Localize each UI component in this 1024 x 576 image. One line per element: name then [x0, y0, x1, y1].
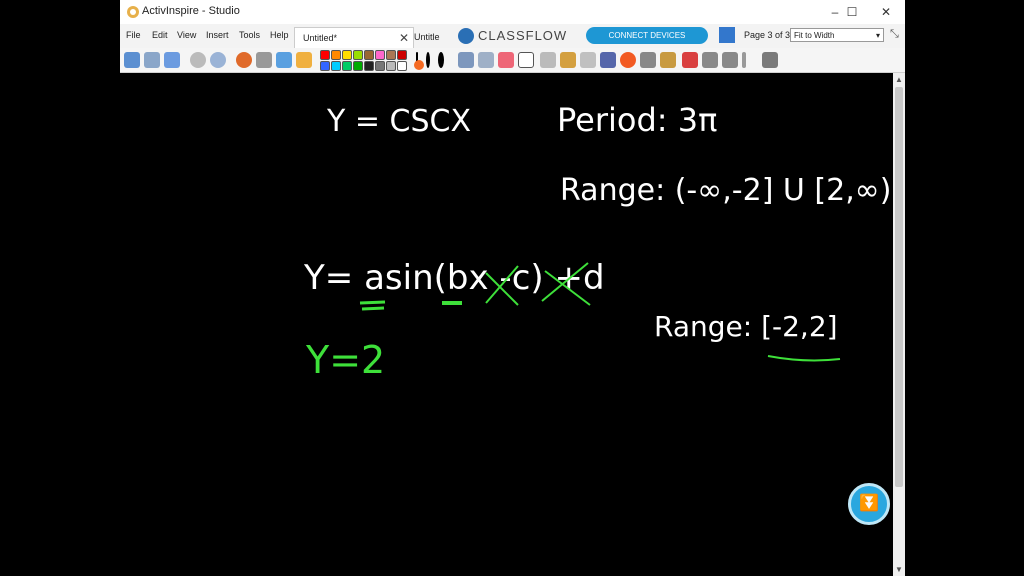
home-icon[interactable] [296, 52, 312, 68]
chevron-down-icon: ▾ [875, 31, 880, 40]
pen-width-large-icon[interactable] [438, 52, 444, 68]
title-bar: ActivInspire - Studio – ☐ ✕ [120, 0, 905, 24]
open-flipchart-icon[interactable] [164, 52, 180, 68]
range-sine: Range: [-2,2] [654, 310, 838, 343]
classflow-logo-icon [458, 28, 474, 44]
maximize-button[interactable]: ☐ [837, 3, 867, 21]
menu-insert[interactable]: Insert [206, 30, 229, 40]
tools-icon[interactable] [256, 52, 272, 68]
camera-icon[interactable] [660, 52, 676, 68]
print-icon[interactable] [458, 52, 474, 68]
tab-untitled-2[interactable]: Untitle [414, 27, 444, 47]
redo-icon[interactable] [722, 52, 738, 68]
pointer-icon[interactable] [600, 52, 616, 68]
collapse-toolbox-button[interactable]: ⏬ [848, 483, 890, 525]
equation-y-equals-2: Y=2 [306, 338, 386, 382]
fill-icon[interactable] [640, 52, 656, 68]
zoom-select[interactable]: Fit to Width ▾ [790, 28, 884, 42]
select-icon[interactable] [540, 52, 556, 68]
underline-a [359, 300, 386, 305]
pen-icon[interactable] [276, 52, 292, 68]
color-swatch[interactable] [397, 61, 407, 71]
vertical-scrollbar[interactable]: ▲ ▼ [893, 73, 905, 576]
close-icon[interactable]: ✕ [399, 28, 409, 48]
close-window-button[interactable]: ✕ [871, 3, 901, 21]
color-swatch[interactable] [331, 50, 341, 60]
color-swatch[interactable] [353, 50, 363, 60]
reset-page-icon[interactable] [682, 52, 698, 68]
color-palette [318, 49, 408, 71]
color-swatch[interactable] [342, 61, 352, 71]
page-sorter-icon[interactable] [719, 27, 735, 43]
activinspire-logo-icon [127, 6, 139, 18]
color-swatch[interactable] [353, 61, 363, 71]
collapse-icon[interactable]: ⤡ [890, 28, 899, 41]
menu-file[interactable]: File [126, 30, 141, 40]
color-swatch[interactable] [386, 50, 396, 60]
connect-devices-button[interactable]: CONNECT DEVICES [586, 27, 708, 44]
resource-browser-icon[interactable] [236, 52, 252, 68]
toolbar-more-icon[interactable] [742, 52, 746, 68]
color-swatch[interactable] [375, 61, 385, 71]
eraser-icon[interactable] [498, 52, 514, 68]
strike-d-1 [541, 262, 589, 302]
scroll-down-icon[interactable]: ▼ [893, 565, 905, 574]
color-swatch[interactable] [364, 61, 374, 71]
color-swatch[interactable] [342, 50, 352, 60]
undo-icon[interactable] [702, 52, 718, 68]
save-icon[interactable] [478, 52, 494, 68]
color-swatch[interactable] [331, 61, 341, 71]
menu-help[interactable]: Help [270, 30, 289, 40]
color-swatch[interactable] [364, 50, 374, 60]
strike-c-2 [485, 272, 519, 306]
flipchart-canvas[interactable]: Y = CSCX Period: 3π Range: (-∞,-2] U [2,… [120, 73, 893, 576]
color-swatch[interactable] [397, 50, 407, 60]
main-toolbar [120, 48, 905, 73]
previous-page-icon[interactable] [190, 52, 206, 68]
tab-label: Untitle [414, 32, 440, 42]
pen-width-medium-icon[interactable] [426, 52, 430, 68]
underline-range [767, 355, 841, 362]
underline-a-2 [361, 306, 385, 311]
pen-tool-icon[interactable] [518, 52, 534, 68]
current-color-indicator [414, 60, 424, 70]
customize-toolbar-icon[interactable] [762, 52, 778, 68]
highlighter-icon[interactable] [560, 52, 576, 68]
strike-c-1 [485, 265, 519, 304]
tab-untitled-active[interactable]: Untitled* ✕ [294, 27, 414, 48]
menu-edit[interactable]: Edit [152, 30, 168, 40]
scroll-thumb[interactable] [895, 87, 903, 487]
window-title: ActivInspire - Studio [142, 5, 240, 17]
strike-d-2 [544, 270, 591, 306]
download-arrow-icon: ⏬ [859, 495, 879, 512]
next-page-icon[interactable] [210, 52, 226, 68]
classflow-brand: CLASSFLOW [478, 28, 568, 43]
zoom-value: Fit to Width [794, 31, 835, 40]
new-flipchart-icon[interactable] [144, 52, 160, 68]
page-indicator: Page 3 of 3 [744, 30, 791, 40]
main-menu-icon[interactable] [124, 52, 140, 68]
marker-icon[interactable] [580, 52, 596, 68]
color-swatch[interactable] [320, 50, 330, 60]
color-swatch[interactable] [320, 61, 330, 71]
menu-view[interactable]: View [177, 30, 196, 40]
tab-label: Untitled* [303, 33, 338, 43]
menu-tools[interactable]: Tools [239, 30, 260, 40]
color-swatch[interactable] [375, 50, 385, 60]
magic-ink-icon[interactable] [620, 52, 636, 68]
color-swatch[interactable] [386, 61, 396, 71]
scroll-up-icon[interactable]: ▲ [893, 75, 905, 84]
